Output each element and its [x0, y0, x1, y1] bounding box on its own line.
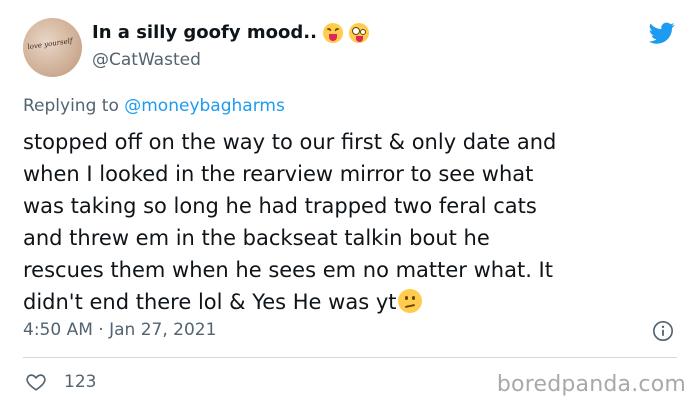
display-name[interactable]: In a silly goofy mood.. — [92, 22, 369, 43]
avatar-tattoo-text: love yourself — [26, 36, 74, 52]
divider — [23, 357, 677, 358]
twitter-bird-icon[interactable] — [647, 20, 677, 46]
tweet-text: stopped off on the way to our first & on… — [23, 126, 683, 318]
zany-face-emoji-icon — [348, 22, 369, 43]
replying-to-label: Replying to — [23, 96, 119, 116]
like-count: 123 — [64, 372, 97, 392]
avatar[interactable]: love yourself — [23, 18, 82, 77]
watermark: boredpanda.com — [496, 372, 686, 397]
info-icon[interactable] — [652, 320, 674, 342]
tweet-line: stopped off on the way to our first & on… — [23, 130, 557, 154]
display-name-text: In a silly goofy mood.. — [92, 22, 317, 43]
confused-face-emoji-icon — [398, 289, 423, 313]
reply-mention-link[interactable]: @moneybagharms — [124, 96, 285, 116]
tweet-line-last: didn't end there lol & Yes He was yt — [23, 286, 683, 318]
squinting-tongue-emoji-icon — [322, 22, 343, 43]
tweet-line: and threw em in the backseat talkin bout… — [23, 226, 490, 250]
tweet-timestamp[interactable]: 4:50 AM · Jan 27, 2021 — [23, 320, 216, 340]
tweet-line-text: didn't end there lol & Yes He was yt — [23, 290, 397, 314]
replying-to: Replying to @moneybagharms — [23, 96, 285, 116]
tweet-line: was taking so long he had trapped two fe… — [23, 194, 537, 218]
tweet-line: when I looked in the rearview mirror to … — [23, 162, 534, 186]
heart-icon[interactable] — [24, 371, 48, 393]
user-handle[interactable]: @CatWasted — [92, 50, 201, 70]
tweet-line: rescues them when he sees em no matter w… — [23, 258, 553, 282]
